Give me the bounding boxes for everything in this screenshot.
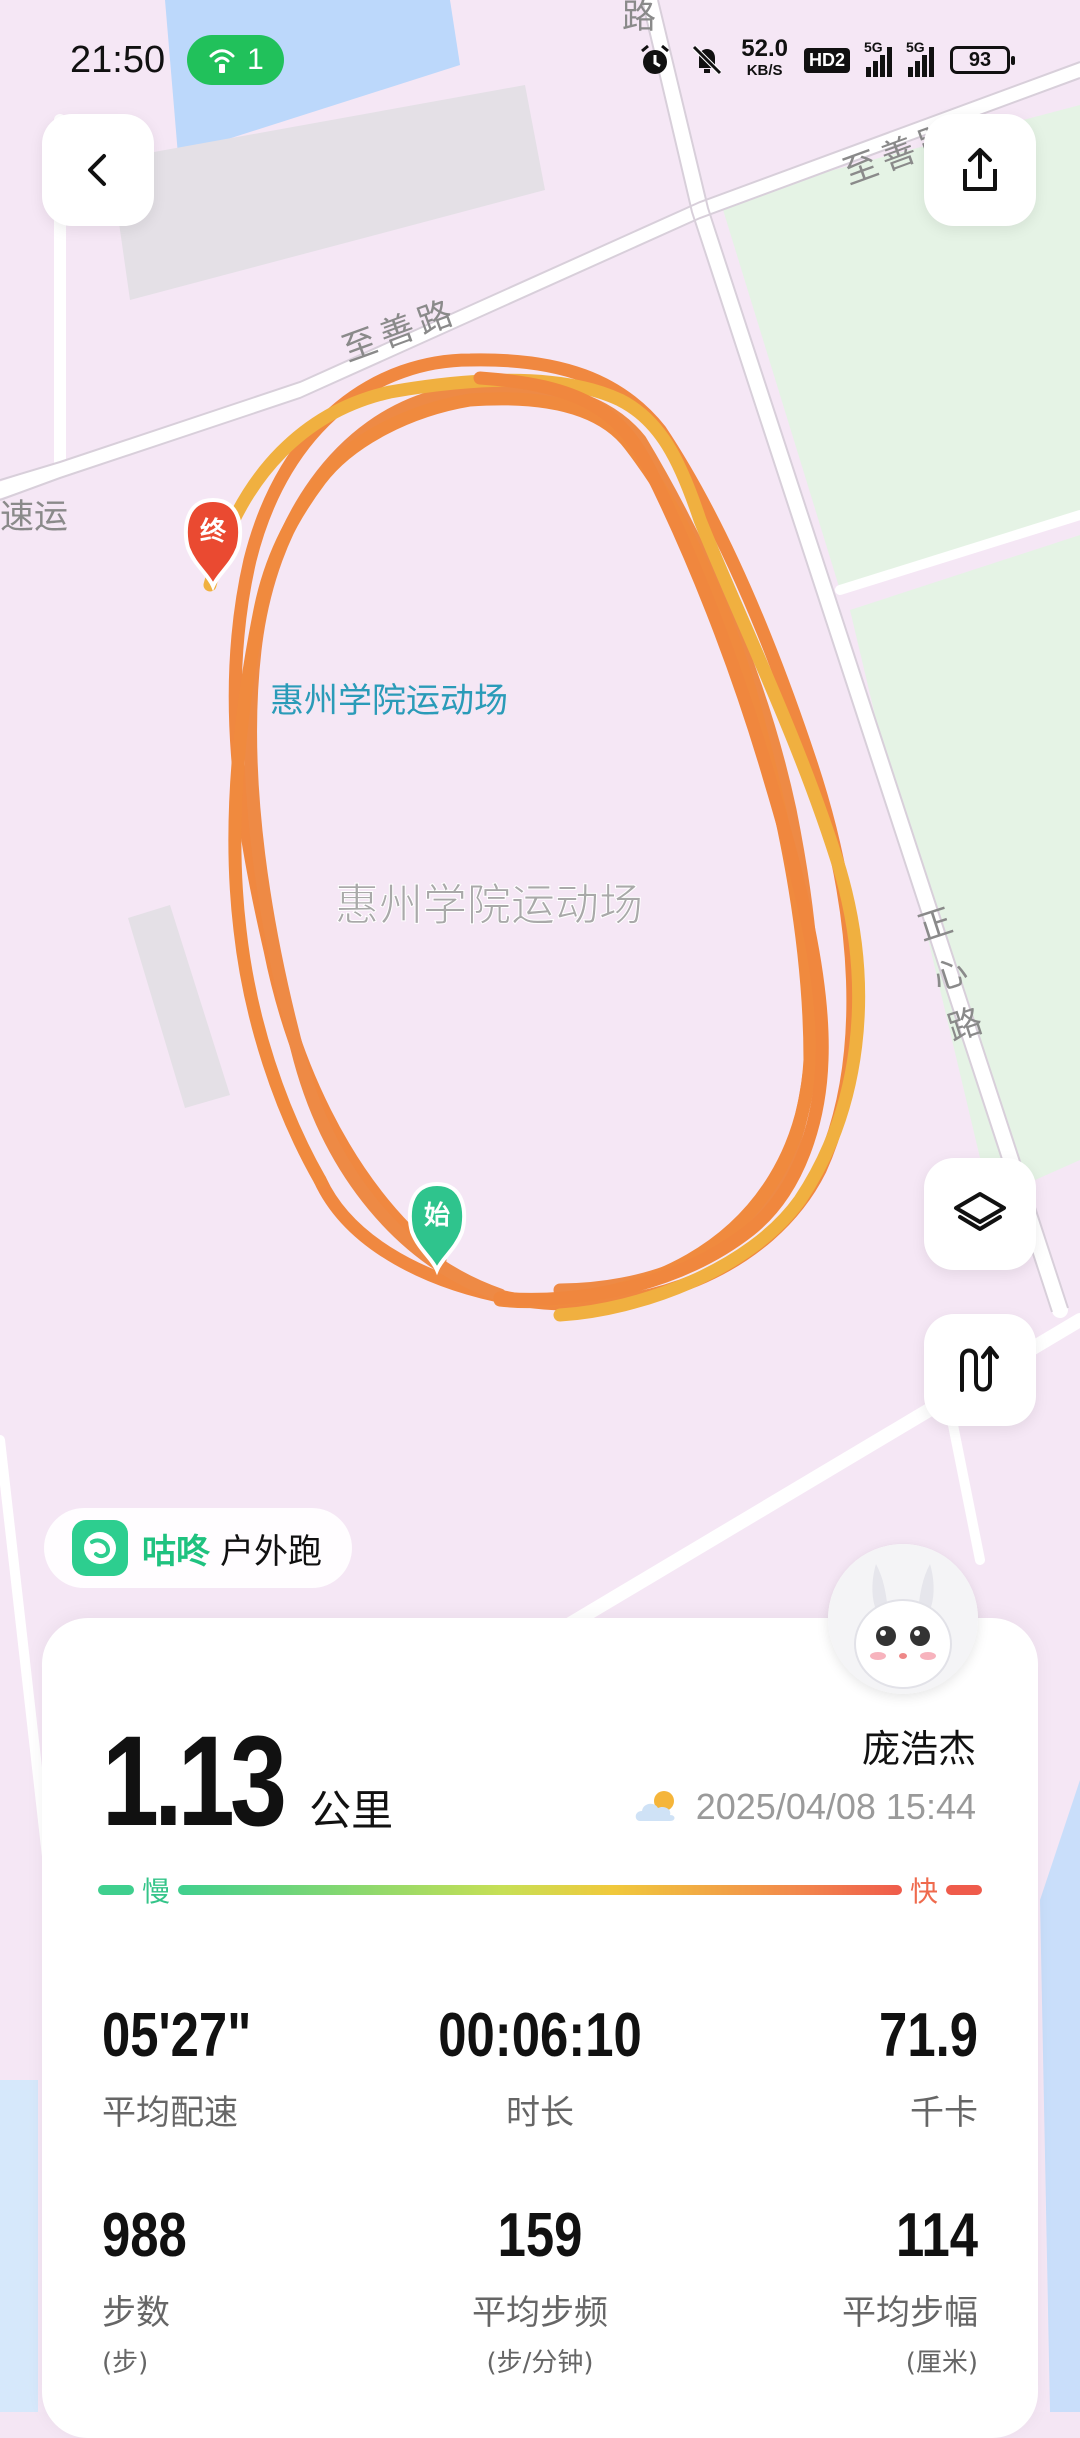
net-speed: 52.0 KB/S [741, 35, 788, 80]
back-button[interactable] [42, 114, 154, 226]
hd-badge: HD2 [803, 47, 850, 73]
clock: 21:50 [70, 38, 166, 81]
road-label: 速运 [0, 497, 68, 537]
pace-slow-label: 慢 [142, 1875, 171, 1908]
mascot-avatar-icon [828, 1544, 978, 1694]
venue-label: 惠州学院运动场 [335, 880, 643, 931]
hotspot-count: 1 [247, 43, 264, 76]
route-icon [960, 1346, 999, 1392]
stat-cadence: 159 平均步频 (步/分钟) [472, 2201, 608, 2378]
partly-cloudy-icon [635, 1791, 675, 1821]
stat-calories: 71.9 千卡 [879, 2001, 978, 2133]
pace-fast-label: 快 [909, 1875, 938, 1908]
hotspot-indicator: 1 [187, 35, 284, 85]
share-button[interactable] [924, 114, 1036, 226]
stat-duration: 00:06:10 时长 [438, 2001, 642, 2133]
start-marker-label: 始 [424, 1201, 450, 1231]
user-name: 庞浩杰 [861, 1727, 976, 1771]
signal-icon: 5G [906, 39, 934, 77]
hotspot-icon [209, 49, 235, 73]
share-icon [963, 148, 997, 191]
codoon-logo-icon [72, 1520, 128, 1576]
status-bar: 21:50 1 52.0 KB/S HD2 5G 5G 93 [0, 0, 1080, 120]
map-layers-button[interactable] [924, 1158, 1036, 1270]
distance-unit: 公里 [309, 1786, 394, 1835]
layers-icon [954, 1192, 1006, 1231]
app-brand-badge: 咕咚 户外跑 [44, 1508, 352, 1588]
stat-steps: 988 步数 (步) [102, 2201, 187, 2378]
chevron-left-icon [88, 154, 106, 186]
pace-legend: 慢 快 [98, 1870, 982, 1910]
battery-icon: 93 [950, 46, 1015, 74]
pace-gradient [178, 1885, 902, 1895]
route-replay-button[interactable] [924, 1314, 1036, 1426]
end-marker-label: 终 [200, 516, 227, 547]
run-summary-card: 1.13 公里 庞浩杰 2025/04/08 15:44 慢 快 05'27" … [42, 1618, 1038, 2438]
stat-stride: 114 平均步幅 (厘米) [842, 2201, 978, 2378]
mute-icon [692, 45, 723, 75]
water-area [0, 2080, 38, 2412]
stat-average-pace: 05'27" 平均配速 [102, 2001, 252, 2133]
alarm-icon [641, 44, 670, 74]
activity-type: 户外跑 [220, 1532, 322, 1571]
run-datetime: 2025/04/08 15:44 [632, 1786, 976, 1828]
distance-value: 1.13 [102, 1710, 287, 1853]
distance: 1.13 公里 [102, 1708, 393, 1855]
signal-icon: 5G [864, 39, 892, 77]
avatar[interactable] [828, 1544, 978, 1694]
brand-name: 咕咚 [142, 1532, 210, 1571]
venue-label: 惠州学院运动场 [270, 681, 508, 721]
